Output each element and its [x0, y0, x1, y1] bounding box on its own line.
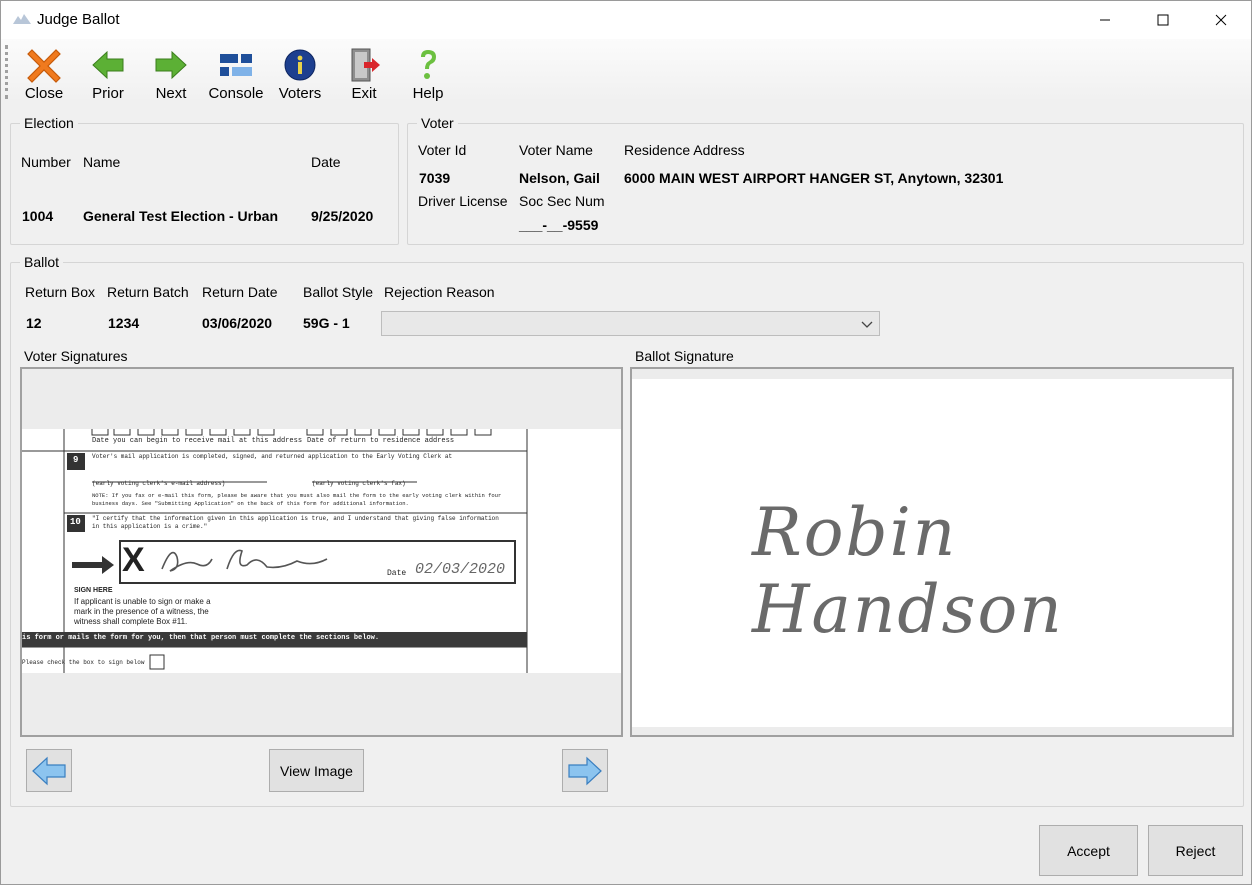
voter-group-title: Voter	[417, 115, 458, 131]
toolbar: Close Prior Next Console Voters Exit Hel…	[1, 39, 1251, 103]
doc-line6: "I certify that the information given in…	[92, 515, 499, 522]
maximize-icon	[1157, 14, 1169, 26]
voter-application-image: Date you can begin to receive mail at th…	[22, 429, 621, 673]
chevron-down-icon	[861, 321, 873, 328]
election-date-value: 9/25/2020	[311, 208, 374, 224]
doc-line3: (early voting clerk's e-mail address)	[92, 480, 226, 487]
voter-signatures-label: Voter Signatures	[24, 348, 128, 364]
close-x-icon	[1215, 14, 1227, 26]
ballot-style-value: 59G - 1	[303, 315, 350, 331]
ballot-group-title: Ballot	[20, 254, 64, 270]
maximize-button[interactable]	[1134, 1, 1192, 39]
rejection-reason-label: Rejection Reason	[384, 284, 495, 300]
return-box-value: 12	[26, 315, 42, 331]
doc-x-mark: X	[122, 541, 145, 579]
doc-sign-here: SIGN HERE	[74, 587, 113, 594]
doc-box10: 10	[70, 517, 81, 527]
ssn-label: Soc Sec Num	[519, 193, 605, 209]
arrow-right-icon	[568, 756, 602, 785]
console-icon	[220, 54, 252, 76]
toolbar-help-button[interactable]: Help	[401, 43, 455, 103]
voter-name-label: Voter Name	[519, 142, 593, 158]
help-icon	[421, 50, 436, 79]
toolbar-voters-button[interactable]: Voters	[273, 43, 327, 103]
voter-name-value: Nelson, Gail	[519, 170, 600, 186]
election-group-title: Election	[20, 115, 78, 131]
doc-line4: NOTE: If you fax or e-mail this form, pl…	[92, 492, 502, 499]
doc-line1: Date you can begin to receive mail at th…	[92, 437, 303, 445]
doc-box9: 9	[73, 455, 79, 465]
ballot-signature-image: Robin Handson	[632, 379, 1232, 727]
toolbar-next-button[interactable]: Next	[144, 43, 198, 103]
ballot-style-label: Ballot Style	[303, 284, 374, 300]
doc-check: Please check the box to sign below	[22, 659, 145, 666]
judge-ballot-window: Judge Ballot Close Prior Next Console Vo…	[0, 0, 1252, 885]
reject-button[interactable]: Reject	[1148, 825, 1243, 876]
minimize-icon	[1100, 19, 1110, 21]
doc-date-label: Date	[387, 569, 407, 578]
return-batch-label: Return Batch	[107, 284, 189, 300]
rejection-reason-select[interactable]	[381, 311, 880, 336]
election-number-value: 1004	[22, 208, 54, 224]
close-icon	[27, 49, 61, 83]
minimize-button[interactable]	[1076, 1, 1134, 39]
ballot-signature-panel[interactable]: Robin Handson	[630, 367, 1234, 737]
view-image-button[interactable]: View Image	[269, 749, 364, 792]
doc-sign1: If applicant is unable to sign or make a	[74, 597, 211, 606]
ssn-value: ___-__-9559	[519, 217, 599, 233]
return-batch-value: 1234	[108, 315, 140, 331]
toolbar-close-button[interactable]: Close	[17, 43, 71, 103]
accept-button[interactable]: Accept	[1039, 825, 1138, 876]
exit-icon	[351, 48, 380, 82]
doc-sign3: witness shall complete Box #11.	[74, 617, 188, 626]
ballot-signature-handwriting: Robin Handson	[752, 494, 1064, 648]
residence-address-value: 6000 MAIN WEST AIRPORT HANGER ST, Anytow…	[624, 170, 1004, 186]
ballot-signature-label: Ballot Signature	[635, 348, 734, 364]
election-group: Election	[10, 115, 399, 245]
window-title: Judge Ballot	[37, 11, 120, 28]
arrow-right-icon	[155, 50, 187, 80]
toolbar-prior-button[interactable]: Prior	[81, 43, 135, 103]
next-image-button[interactable]	[562, 749, 608, 792]
toolbar-grip[interactable]	[5, 45, 8, 99]
doc-line3b: (early voting clerk's fax)	[312, 480, 406, 487]
title-bar: Judge Ballot	[1, 1, 1251, 39]
residence-address-label: Residence Address	[624, 142, 745, 158]
previous-image-button[interactable]	[26, 749, 72, 792]
return-box-label: Return Box	[25, 284, 96, 300]
doc-date-value: 02/03/2020	[415, 561, 506, 578]
app-icon	[13, 14, 31, 24]
voter-signature-panel[interactable]: Date you can begin to receive mail at th…	[20, 367, 623, 737]
doc-line5: business days. See "Submitting Applicati…	[92, 500, 409, 507]
election-name-value: General Test Election - Urban	[83, 208, 279, 224]
return-date-value: 03/06/2020	[202, 315, 273, 331]
return-date-label: Return Date	[202, 284, 278, 300]
info-icon	[284, 49, 316, 81]
doc-line7: in this application is a crime."	[92, 523, 208, 530]
toolbar-exit-button[interactable]: Exit	[337, 43, 391, 103]
voter-id-label: Voter Id	[418, 142, 467, 158]
doc-banner: is form or mails the form for you, then …	[22, 634, 380, 642]
doc-line1b: Date of return to residence address	[307, 437, 455, 445]
doc-sign2: mark in the presence of a witness, the	[74, 607, 209, 616]
arrow-left-icon	[92, 50, 124, 80]
arrow-left-icon	[32, 756, 66, 785]
election-name-label: Name	[83, 154, 121, 170]
voter-id-value: 7039	[419, 170, 451, 186]
doc-line2: Voter's mail application is completed, s…	[92, 453, 453, 460]
toolbar-console-button[interactable]: Console	[205, 43, 267, 103]
driver-license-label: Driver License	[418, 193, 508, 209]
election-number-label: Number	[21, 154, 71, 170]
window-close-button[interactable]	[1192, 1, 1250, 39]
election-date-label: Date	[311, 154, 341, 170]
